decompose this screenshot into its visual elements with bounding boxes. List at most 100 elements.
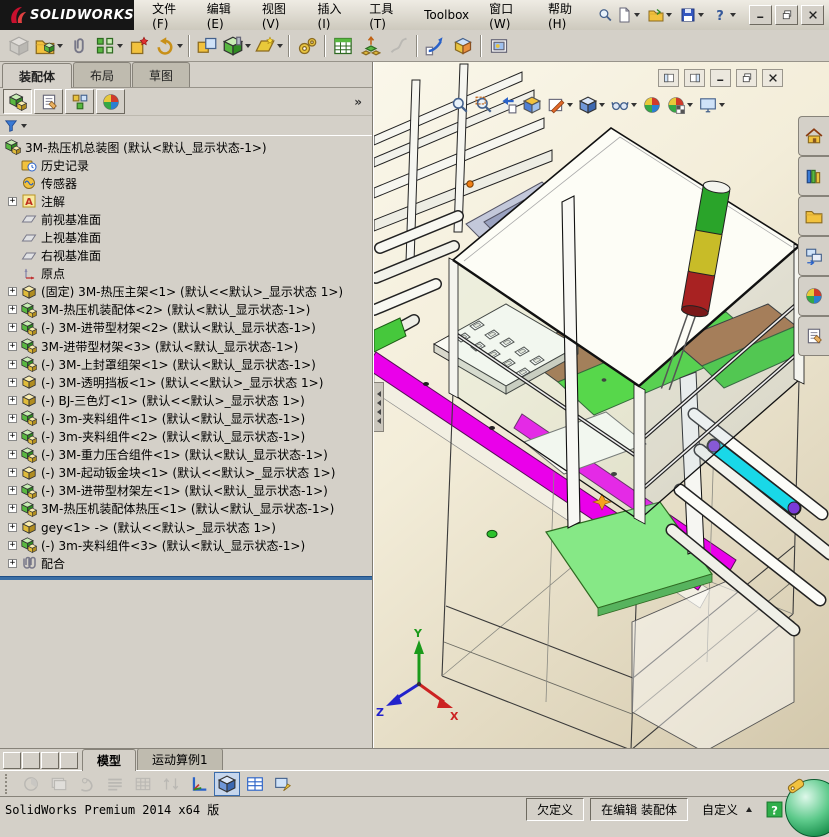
expand-toggle[interactable]: + [8,413,17,423]
assembly-doc-button[interactable]: + 3M-热压机总装图 (默认<默认_显示状态-1>) [0,138,372,156]
menu-item[interactable]: Toolbox [414,2,479,28]
help-q-button[interactable]: ? [709,4,739,26]
appearance-button[interactable] [642,95,662,115]
assembly-comp-button[interactable]: + (-) 3m-夹料组件<1> (默认<默认_显示状态-1>) [0,409,372,427]
annotations-button[interactable]: + A 注解 [0,192,372,210]
scene-button[interactable] [666,95,694,115]
dropdown-caret[interactable] [687,103,693,107]
dropdown-caret[interactable] [719,103,725,107]
part-comp-button[interactable]: + (-) 3M-起动钣金块<1> (默认<<默认>_显示状态 1>) [0,464,372,482]
expand-toggle[interactable]: + [8,305,17,315]
feature-manager-splitter[interactable] [0,576,372,581]
display-style-button[interactable] [578,95,606,115]
origin-button[interactable]: + 原点 [0,265,372,283]
graphics-area[interactable]: Y Z X [373,62,829,748]
dropdown-caret[interactable] [245,43,251,48]
filter-funnel-icon[interactable] [4,119,18,133]
disabled-swap-button[interactable] [158,772,184,796]
close-button[interactable] [801,5,824,25]
part-comp-button[interactable]: + (固定) 3M-热压主架<1> (默认<<默认>_显示状态 1>) [0,283,372,301]
study-tab[interactable]: 运动算例1 [137,748,223,770]
restore-button[interactable] [775,5,798,25]
hide-show-button[interactable] [610,95,638,115]
disabled-layers-button[interactable] [46,772,72,796]
exploded-view-button[interactable] [357,32,385,60]
command-tab[interactable]: 装配体 [2,63,73,88]
assembly-comp-button[interactable]: + 3M-热压机装配体<2> (默认<默认_显示状态-1>) [0,301,372,319]
tab-nav-button[interactable] [22,752,40,769]
dropdown-caret[interactable] [567,103,573,107]
motion-study-button[interactable] [293,32,321,60]
expand-toggle[interactable]: + [8,395,17,405]
mate-button[interactable] [65,32,93,60]
large-assembly-button[interactable] [421,32,449,60]
minimize-button[interactable] [749,5,772,25]
zoom-fit-button[interactable] [450,95,470,115]
configurations-button[interactable] [65,89,94,114]
assembly-comp-button[interactable]: + (-) 3M-上封罩组架<1> (默认<默认_显示状态-1>) [0,355,372,373]
expand-toggle[interactable]: + [8,540,17,550]
capture-button[interactable] [270,772,296,796]
overflow-chevron[interactable]: » [354,95,362,109]
dropdown-caret[interactable] [117,43,123,48]
restore-button[interactable] [736,69,757,87]
zoom-area-button[interactable] [474,95,494,115]
display-style-button[interactable] [214,771,240,796]
assembly-features-button[interactable] [221,32,253,60]
tab-nav-button[interactable] [60,752,78,769]
expand-toggle[interactable]: + [8,287,17,297]
explode-sketch-button[interactable] [385,32,413,60]
dropdown-caret[interactable] [631,103,637,107]
expand-toggle[interactable]: + [8,558,17,568]
reference-geometry-button[interactable] [253,32,285,60]
save-button[interactable] [677,4,707,26]
insert-components-button[interactable] [33,32,65,60]
part-comp-button[interactable]: + gey<1> -> (默认<<默认>_显示状态 1>) [0,518,372,536]
view-orientation-button[interactable] [546,95,574,115]
filter-caret[interactable] [21,123,27,128]
study-tab[interactable]: 模型 [82,749,137,771]
assembly-comp-button[interactable]: + (-) 3m-夹料组件<3> (默认<默认_显示状态-1>) [0,536,372,554]
expand-toggle[interactable]: + [8,522,17,532]
assembly-comp-button[interactable]: + (-) 3m-夹料组件<2> (默认<默认_显示状态-1>) [0,428,372,446]
view-settings-button[interactable] [698,95,726,115]
expand-toggle[interactable]: + [8,504,17,514]
command-tab[interactable]: 草图 [132,62,191,87]
dropdown-caret[interactable] [177,43,183,48]
dropdown-caret[interactable] [666,13,672,17]
insert-component-button[interactable] [5,32,33,60]
bom-button[interactable] [329,32,357,60]
design-library-button[interactable] [798,156,829,196]
tab-nav-button[interactable] [3,752,21,769]
mates-button[interactable]: + 配合 [0,554,372,572]
expand-toggle[interactable]: + [8,468,17,478]
plane-button[interactable]: + 上视基准面 [0,228,372,246]
previous-view-button[interactable] [498,95,518,115]
section-view-button[interactable] [522,95,542,115]
custom-menu[interactable]: 自定义 [694,799,760,820]
file-explorer-button[interactable] [798,196,829,236]
linear-pattern-button[interactable] [93,32,125,60]
dropdown-caret[interactable] [599,103,605,107]
toolbar-drag-handle[interactable] [5,773,11,794]
command-tab[interactable]: 布局 [73,62,132,87]
expand-toggle[interactable]: + [8,359,17,369]
assembly-comp-button[interactable]: + 3M-热压机装配体热压<1> (默认<默认_显示状态-1>) [0,500,372,518]
part-comp-button[interactable]: + (-) 3M-透明挡板<1> (默认<<默认>_显示状态 1>) [0,373,372,391]
expand-toggle[interactable]: + [8,323,17,333]
tree-filter-bar[interactable] [0,116,372,136]
assembly-comp-button[interactable]: + (-) 3M-进带型材架左<1> (默认<默认_显示状态-1>) [0,482,372,500]
interference-button[interactable] [449,32,477,60]
assembly-tree-button[interactable] [3,89,32,114]
smart-fasteners-button[interactable] [125,32,153,60]
expand-toggle[interactable]: + [8,377,17,387]
disabled-chart-button[interactable] [18,772,44,796]
expand-toggle[interactable]: + [8,486,17,496]
panel-collapse-handle[interactable] [374,382,384,432]
search-icon[interactable] [598,7,613,23]
dropdown-caret[interactable] [57,43,63,48]
dropdown-caret[interactable] [634,13,640,17]
disabled-lines-button[interactable] [102,772,128,796]
snapshot-button[interactable] [485,32,513,60]
assembly-comp-button[interactable]: + (-) 3M-进带型材架<2> (默认<默认_显示状态-1>) [0,319,372,337]
